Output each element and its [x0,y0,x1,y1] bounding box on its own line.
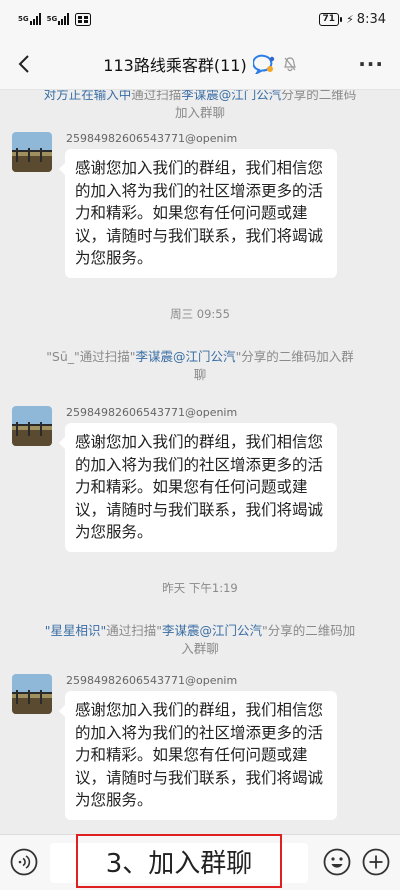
sender-name: 25984982606543771@openim [66,674,238,687]
chat-header: 113路线乘客群(11) ··· [0,38,400,90]
hd-icon [75,12,92,26]
join-notice: "星星相识"通过扫描"李谋震@江门公汽"分享的二维码加入群聊 [0,622,400,658]
more-actions-icon[interactable] [362,848,390,876]
message-bubble[interactable]: 感谢您加入我们的群组，我们相信您的加入将为我们的社区增添更多的活力和精彩。如果您… [59,149,337,278]
avatar[interactable] [12,132,52,172]
voice-input-icon[interactable] [10,848,38,876]
timestamp: 昨天 下午1:19 [162,581,238,595]
join-notice: 对方正在输入中通过扫描李谋震@江门公汽分享的二维码加入群聊 [0,90,400,122]
notice-text: 通过扫描" [79,349,136,364]
avatar[interactable] [12,406,52,446]
member-name[interactable]: "Sū_" [46,349,80,364]
notice-text: 通过扫描" [106,623,162,638]
inviter-name[interactable]: 李谋震@江门公汽 [162,623,262,638]
mute-bell-icon [283,56,296,71]
back-arrow-icon[interactable] [14,52,36,76]
network-type-label: 5G [18,15,29,23]
status-bar: 5G 5G 71 ⚡ 8:34 [0,0,400,38]
message-item: 25984982606543771@openim 感谢您加入我们的群组，我们相信… [12,674,388,820]
timestamp: 周三 09:55 [170,307,230,321]
sender-name: 25984982606543771@openim [66,132,238,145]
notice-text: 通过扫描 [131,90,182,102]
message-bubble[interactable]: 感谢您加入我们的群组，我们相信您的加入将为我们的社区增添更多的活力和精彩。如果您… [59,423,337,552]
clock: 8:34 [356,11,386,27]
emoji-icon[interactable] [323,848,351,876]
message-list[interactable]: 对方正在输入中通过扫描李谋震@江门公汽分享的二维码加入群聊 2598498260… [0,90,400,834]
step-annotation: 3、加入群聊 [76,834,282,888]
group-title: 113路线乘客群(11) [103,55,247,75]
message-item: 25984982606543771@openim 感谢您加入我们的群组，我们相信… [12,132,388,278]
inviter-name[interactable]: 李谋震@江门公汽 [136,349,236,364]
charging-icon: ⚡ [346,12,354,26]
network-type-label-2: 5G [46,15,58,23]
signal-icon-2: 5G [47,13,70,25]
member-name[interactable]: "星星相识" [45,623,107,638]
avatar[interactable] [12,674,52,714]
battery-icon: 71 [318,12,342,26]
group-chat-icon [252,54,274,74]
inviter-name[interactable]: 李谋震@江门公汽 [181,90,281,102]
message-bubble[interactable]: 感谢您加入我们的群组，我们相信您的加入将为我们的社区增添更多的活力和精彩。如果您… [59,691,337,820]
message-item: 25984982606543771@openim 感谢您加入我们的群组，我们相信… [12,406,388,552]
sender-name: 25984982606543771@openim [66,406,238,419]
signal-icon: 5G [18,13,41,25]
more-options-icon[interactable]: ··· [358,52,384,76]
join-notice: "Sū_"通过扫描"李谋震@江门公汽"分享的二维码加入群聊 [0,348,400,384]
typing-indicator: 对方正在输入中 [43,90,132,102]
